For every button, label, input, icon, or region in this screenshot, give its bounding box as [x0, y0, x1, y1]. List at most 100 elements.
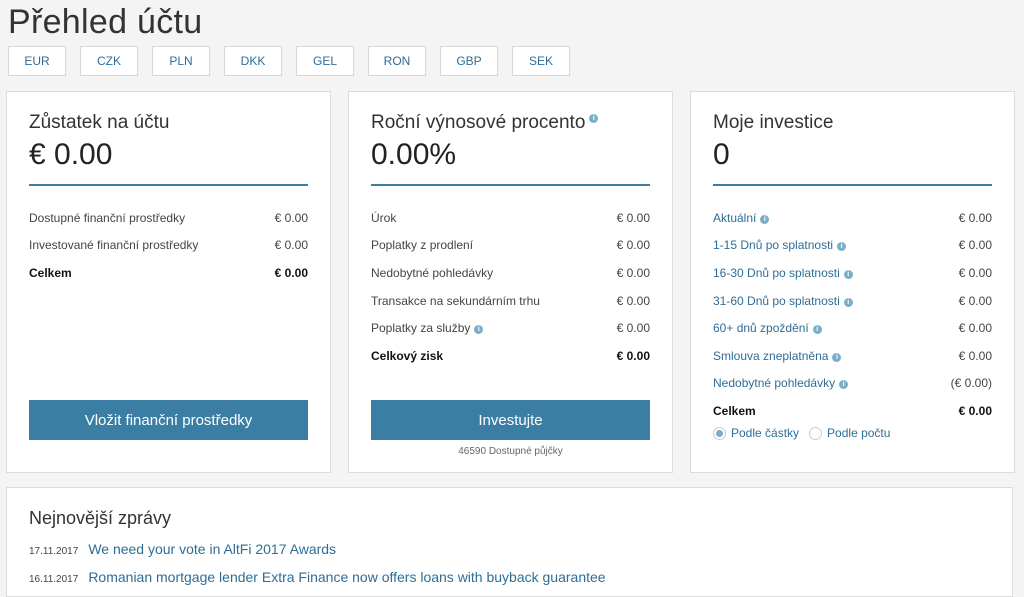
news-item: 17.11.2017 We need your vote in AltFi 20… [29, 541, 336, 557]
yield-row: Poplatky za služby i € 0.00 [371, 314, 650, 342]
news-link[interactable]: We need your vote in AltFi 2017 Awards [88, 541, 336, 557]
currency-tab-ron[interactable]: RON [368, 46, 426, 76]
currency-tab-pln[interactable]: PLN [152, 46, 210, 76]
row-value: € 0.00 [616, 210, 650, 225]
investment-row[interactable]: Aktuální i € 0.00 [713, 204, 992, 232]
available-loans-note: 46590 Dostupné půjčky [458, 446, 563, 457]
row-value: € 0.00 [616, 293, 650, 308]
row-label: Transakce na sekundárním trhu [371, 293, 540, 308]
investment-row[interactable]: 60+ dnů zpoždění i € 0.00 [713, 314, 992, 342]
radio-by-count[interactable]: Podle počtu [809, 426, 890, 440]
row-label: Nedobytné pohledávky [371, 265, 494, 280]
row-label[interactable]: 16-30 Dnů po splatnosti [713, 266, 840, 280]
row-label-wrap[interactable]: Smlouva zneplatněna i [713, 349, 842, 363]
balance-value: € 0.00 [29, 138, 113, 171]
view-mode-radio-group: Podle částky Podle počtu [713, 426, 890, 440]
row-value: € 0.00 [958, 293, 992, 308]
yield-row: Transakce na sekundárním trhu € 0.00 [371, 287, 650, 315]
currency-tab-eur[interactable]: EUR [8, 46, 66, 76]
row-label[interactable]: Nedobytné pohledávky [713, 376, 835, 390]
balance-row: Dostupné finanční prostředky € 0.00 [29, 204, 308, 232]
investments-title: Moje investice [713, 112, 834, 133]
row-label-wrap[interactable]: 16-30 Dnů po splatnosti i [713, 266, 853, 280]
radio-selected-icon[interactable] [713, 426, 726, 440]
row-value: € 0.00 [958, 348, 992, 363]
investment-row[interactable]: 16-30 Dnů po splatnosti i € 0.00 [713, 259, 992, 287]
currency-tab-dkk[interactable]: DKK [224, 46, 282, 76]
info-icon[interactable]: i [812, 325, 822, 335]
yield-title: Roční výnosové procento i [371, 112, 599, 134]
yield-title-text: Roční výnosové procento [371, 112, 586, 133]
row-value: € 0.00 [616, 238, 650, 253]
row-value: € 0.00 [958, 321, 992, 336]
row-label-wrap[interactable]: 1-15 Dnů po splatnosti i [713, 238, 847, 252]
row-label-wrap[interactable]: 31-60 Dnů po splatnosti i [713, 294, 853, 308]
investment-row[interactable]: 1-15 Dnů po splatnosti i € 0.00 [713, 232, 992, 260]
row-label: Úrok [371, 210, 397, 225]
row-label[interactable]: Smlouva zneplatněna [713, 349, 828, 363]
row-value: € 0.00 [958, 210, 992, 225]
row-label[interactable]: 31-60 Dnů po splatnosti [713, 294, 840, 308]
row-value: € 0.00 [274, 238, 308, 253]
yield-row: Úrok € 0.00 [371, 204, 650, 232]
investment-row[interactable]: Smlouva zneplatněna i € 0.00 [713, 342, 992, 370]
balance-title: Zůstatek na účtu [29, 112, 170, 133]
row-value: € 0.00 [616, 348, 650, 363]
news-panel: Nejnovější zprávy 17.11.2017 We need you… [6, 487, 1013, 597]
currency-tab-gel[interactable]: GEL [296, 46, 354, 76]
investment-row[interactable]: 31-60 Dnů po splatnosti i € 0.00 [713, 287, 992, 315]
info-icon[interactable]: i [843, 297, 853, 307]
yield-card: Roční výnosové procento i 0.00% Úrok € 0.… [348, 91, 673, 473]
currency-tab-sek[interactable]: SEK [512, 46, 570, 76]
news-date: 16.11.2017 [29, 574, 79, 585]
row-label: Poplatky za služby [371, 321, 471, 336]
news-item: 16.11.2017 Romanian mortgage lender Extr… [29, 569, 606, 585]
row-label: Celkem [713, 403, 756, 418]
balance-card: Zůstatek na účtu € 0.00 Dostupné finančn… [6, 91, 331, 473]
row-label: Poplatky z prodlení [371, 238, 474, 253]
info-icon[interactable]: i [837, 242, 847, 252]
info-icon[interactable]: i [589, 114, 599, 123]
row-value: € 0.00 [958, 238, 992, 253]
currency-tabs: EUR CZK PLN DKK GEL RON GBP SEK [8, 46, 570, 76]
radio-label[interactable]: Podle počtu [827, 426, 890, 440]
divider [713, 184, 992, 186]
yield-row: Poplatky z prodlení € 0.00 [371, 232, 650, 260]
info-icon[interactable]: i [843, 269, 853, 279]
yield-value: 0.00% [371, 138, 457, 171]
row-label: Celkový zisk [371, 348, 444, 363]
currency-tab-gbp[interactable]: GBP [440, 46, 498, 76]
row-value: € 0.00 [616, 265, 650, 280]
row-label-wrap[interactable]: Nedobytné pohledávky i [713, 376, 849, 390]
investments-value: 0 [713, 138, 730, 171]
investment-row[interactable]: Nedobytné pohledávky i (€ 0.00) [713, 370, 992, 398]
yield-row: Nedobytné pohledávky € 0.00 [371, 259, 650, 287]
info-icon[interactable]: i [474, 325, 484, 335]
yield-total-row: Celkový zisk € 0.00 [371, 342, 650, 370]
radio-empty-icon[interactable] [809, 426, 823, 440]
balance-total-row: Celkem € 0.00 [29, 259, 308, 287]
news-title: Nejnovější zprávy [29, 508, 172, 528]
radio-label[interactable]: Podle částky [731, 426, 799, 440]
row-label-wrap: Poplatky za služby i [371, 321, 484, 336]
radio-by-amount[interactable]: Podle částky [713, 426, 799, 440]
info-icon[interactable]: i [839, 380, 849, 390]
row-value: € 0.00 [274, 210, 308, 225]
currency-tab-czk[interactable]: CZK [80, 46, 138, 76]
news-link[interactable]: Romanian mortgage lender Extra Finance n… [88, 569, 605, 585]
row-label-wrap[interactable]: Aktuální i [713, 211, 770, 225]
row-label[interactable]: 60+ dnů zpoždění [713, 321, 809, 335]
row-label: Celkem [29, 265, 72, 280]
row-label[interactable]: 1-15 Dnů po splatnosti [713, 238, 833, 252]
row-value: € 0.00 [958, 403, 992, 418]
row-label-wrap[interactable]: 60+ dnů zpoždění i [713, 321, 822, 335]
info-icon[interactable]: i [832, 352, 842, 362]
row-label: Dostupné finanční prostředky [29, 210, 186, 225]
deposit-funds-button[interactable]: Vložit finanční prostředky [29, 400, 308, 440]
row-value: € 0.00 [958, 265, 992, 280]
info-icon[interactable]: i [760, 214, 770, 224]
balance-row: Investované finanční prostředky € 0.00 [29, 232, 308, 260]
invest-button[interactable]: Investujte [371, 400, 650, 440]
divider [29, 184, 308, 186]
row-label[interactable]: Aktuální [713, 211, 756, 225]
